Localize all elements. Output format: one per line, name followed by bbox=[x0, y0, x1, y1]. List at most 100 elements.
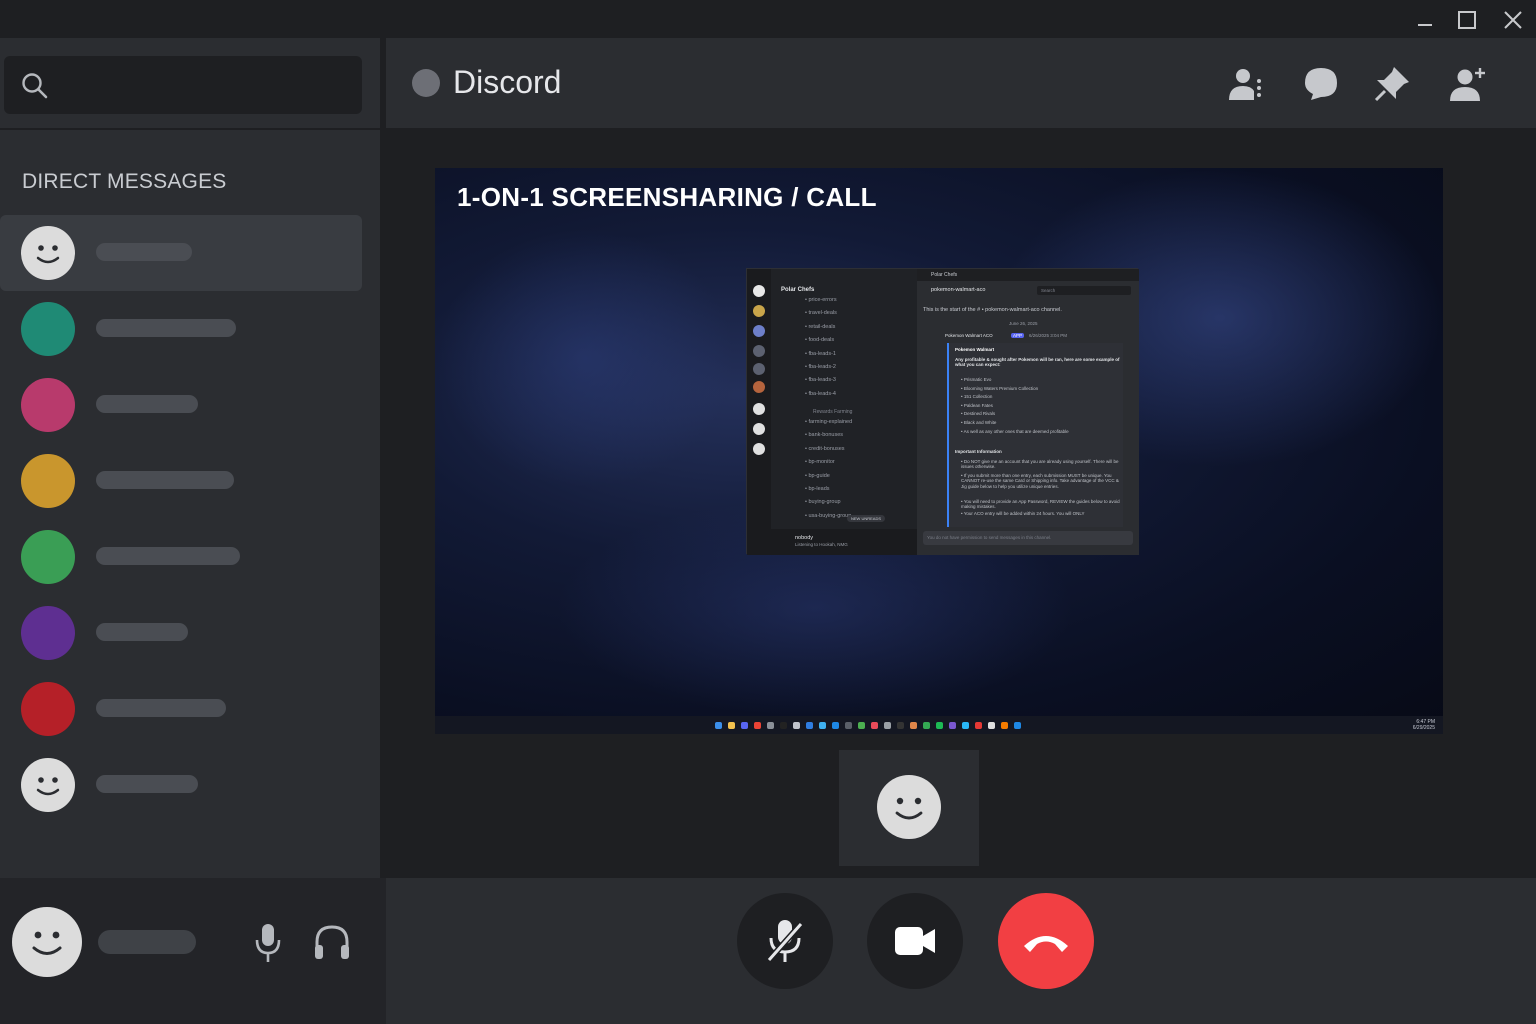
add-friend-icon[interactable] bbox=[1448, 64, 1488, 104]
server-icon bbox=[753, 345, 765, 357]
channel-category: Rewards Farming bbox=[813, 409, 853, 415]
minimize-icon bbox=[1418, 24, 1432, 26]
dm-sidebar: DIRECT MESSAGES bbox=[0, 38, 380, 878]
dm-name-placeholder bbox=[96, 471, 234, 489]
share-label: 1-ON-1 SCREENSHARING / CALL bbox=[457, 182, 877, 212]
dm-name-placeholder bbox=[96, 699, 226, 717]
dm-avatar bbox=[21, 454, 75, 508]
channel-header: Discord bbox=[386, 38, 1536, 130]
dm-avatar bbox=[21, 758, 75, 812]
taskbar-app-icon bbox=[767, 721, 774, 729]
mini-channel-item: • fba-leads-3 bbox=[805, 377, 836, 384]
headphones-icon[interactable] bbox=[312, 922, 352, 962]
server-icon bbox=[753, 363, 765, 375]
embed-list-item: • Destined Rivals bbox=[961, 411, 996, 417]
mini-channel-item: • fba-leads-2 bbox=[805, 364, 836, 370]
minimize-button[interactable] bbox=[1410, 6, 1440, 34]
taskbar-app-icon bbox=[1001, 721, 1008, 729]
dm-avatar bbox=[21, 530, 75, 584]
no-permission-footer: You do not have permission to send messa… bbox=[923, 531, 1133, 545]
server-icon bbox=[753, 423, 765, 435]
shared-discord-window: Polar Chefs • price-errors • travel-deals… bbox=[746, 268, 1139, 555]
dm-name-placeholder bbox=[96, 319, 236, 337]
maximize-button[interactable] bbox=[1452, 6, 1482, 34]
server-icon bbox=[753, 305, 765, 317]
taskbar-app-icon bbox=[923, 721, 930, 729]
mini-search: Search bbox=[1037, 286, 1131, 295]
taskbar-app-icon bbox=[728, 721, 735, 729]
embed-list-item: • Prismatic Evo bbox=[961, 377, 992, 382]
mini-channel-name: pokemon-walmart-aco bbox=[931, 287, 986, 293]
smiley-icon bbox=[895, 797, 923, 820]
dm-item[interactable] bbox=[0, 291, 362, 367]
mini-channel-item: • bank-bonuses bbox=[805, 432, 844, 439]
taskbar-icons bbox=[715, 721, 1027, 729]
taskbar-app-icon bbox=[1014, 721, 1021, 729]
taskbar-app-icon bbox=[949, 721, 956, 729]
dm-item[interactable] bbox=[0, 519, 362, 595]
mic-muted-icon bbox=[766, 920, 804, 962]
taskbar-app-icon bbox=[897, 721, 904, 729]
dm-item[interactable] bbox=[0, 215, 362, 291]
taskbar-app-icon bbox=[793, 721, 800, 729]
bot-tag: APP bbox=[1011, 333, 1025, 338]
taskbar-app-icon bbox=[715, 721, 722, 729]
embed-list-item: • Black and White bbox=[961, 420, 997, 425]
taskbar-app-icon bbox=[871, 721, 878, 729]
user-avatar[interactable] bbox=[12, 907, 82, 977]
user-settings-icon[interactable] bbox=[1226, 64, 1266, 104]
mini-channel-item: • fba-leads-1 bbox=[805, 350, 836, 357]
direct-messages-heading: DIRECT MESSAGES bbox=[22, 170, 227, 193]
taskbar-app-icon bbox=[845, 721, 852, 729]
screen-share-view[interactable]: 1-ON-1 SCREENSHARING / CALL Polar Chefs bbox=[435, 168, 1443, 734]
search-input[interactable] bbox=[4, 56, 362, 114]
mini-channel-item: • credit-bonuses bbox=[805, 445, 845, 452]
dm-avatar bbox=[21, 302, 75, 356]
embed-list-item: • Blooming Waters Premium Collection bbox=[961, 385, 1039, 391]
dm-item[interactable] bbox=[0, 367, 362, 443]
dm-item[interactable] bbox=[0, 747, 362, 823]
mini-user-panel: nobody Listening to Hookah, NMG bbox=[771, 529, 941, 555]
mini-channel-item: • travel-deals bbox=[805, 310, 837, 317]
taskbar-app-icon bbox=[910, 721, 917, 729]
call-stage: 1-ON-1 SCREENSHARING / CALL Polar Chefs bbox=[386, 130, 1536, 916]
mini-channel-item: • bp-leads bbox=[805, 486, 830, 492]
taskbar-app-icon bbox=[858, 721, 865, 729]
taskbar: 6:47 PM 6/29/2025 bbox=[435, 716, 1443, 734]
taskbar-app-icon bbox=[780, 721, 787, 729]
mute-button[interactable] bbox=[737, 893, 833, 989]
mini-channel-item: • price-errors bbox=[805, 297, 837, 303]
hang-up-button[interactable] bbox=[998, 893, 1094, 989]
bot-embed: Pokemon Walmart Any profitable & sought … bbox=[947, 343, 1123, 527]
smiley-icon bbox=[36, 245, 60, 264]
mini-window-title: Polar Chefs bbox=[931, 272, 958, 278]
server-icon bbox=[753, 325, 765, 337]
dm-item[interactable] bbox=[0, 595, 362, 671]
search-area bbox=[0, 38, 380, 130]
taskbar-app-icon bbox=[884, 721, 891, 729]
background-nebula bbox=[435, 228, 735, 488]
video-button[interactable] bbox=[867, 893, 963, 989]
server-rail bbox=[747, 269, 771, 555]
self-video-tile[interactable] bbox=[839, 750, 979, 866]
search-icon bbox=[22, 73, 48, 99]
dm-item[interactable] bbox=[0, 671, 362, 747]
new-unreads-badge: NEW UNREADS bbox=[847, 515, 886, 522]
chat-bubble-icon[interactable] bbox=[1301, 64, 1341, 104]
taskbar-app-icon bbox=[806, 721, 813, 729]
mini-user-status: Listening to Hookah, NMG bbox=[795, 542, 848, 547]
taskbar-clock: 6:47 PM 6/29/2025 bbox=[1413, 719, 1435, 731]
microphone-icon[interactable] bbox=[253, 922, 283, 964]
dm-name-placeholder bbox=[96, 775, 198, 793]
mini-channel-item: • retail-deals bbox=[805, 323, 836, 330]
info-list-item: • If you submit more than one entry, eac… bbox=[961, 473, 1119, 489]
smiley-icon bbox=[32, 931, 62, 955]
pin-icon[interactable] bbox=[1372, 64, 1412, 104]
close-button[interactable] bbox=[1498, 6, 1528, 34]
window-titlebar bbox=[0, 0, 1536, 38]
status-indicator bbox=[412, 69, 440, 97]
channel-title: Discord bbox=[453, 64, 562, 100]
user-name-placeholder bbox=[98, 930, 196, 954]
dm-item[interactable] bbox=[0, 443, 362, 519]
taskbar-app-icon bbox=[975, 721, 982, 729]
